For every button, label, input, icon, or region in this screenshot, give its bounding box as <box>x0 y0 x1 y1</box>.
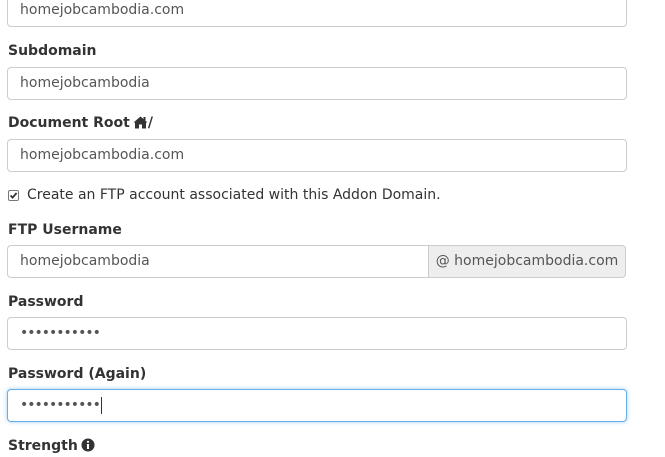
strength-label-text: Strength <box>8 438 78 454</box>
password-again-label: Password (Again) <box>8 366 147 382</box>
ftp-checkbox-row[interactable]: Create an FTP account associated with th… <box>8 186 441 204</box>
document-root-label-text: Document Root <box>8 115 130 131</box>
ftp-username-group: homejobcambodia @ homejobcambodia.com <box>7 245 627 278</box>
ftp-checkbox-label: Create an FTP account associated with th… <box>27 187 441 203</box>
document-root-input-value: homejobcambodia.com <box>20 147 185 163</box>
info-circle-icon[interactable] <box>81 438 95 457</box>
document-root-label: Document Root / <box>8 115 153 134</box>
subdomain-label: Subdomain <box>8 43 97 59</box>
check-icon <box>9 191 18 199</box>
domain-input[interactable]: homejobcambodia.com <box>7 0 627 27</box>
strength-label: Strength <box>8 438 95 457</box>
password-input-value: ••••••••••• <box>20 325 101 341</box>
text-caret <box>100 396 102 414</box>
ftp-account-checkbox[interactable] <box>8 189 19 201</box>
domain-input-value: homejobcambodia.com <box>20 2 185 18</box>
subdomain-input-value: homejobcambodia <box>20 75 150 91</box>
password-again-input-value: ••••••••••• <box>20 397 101 413</box>
document-root-slash: / <box>147 115 153 131</box>
home-icon <box>133 116 148 134</box>
ftp-username-label: FTP Username <box>8 222 122 238</box>
ftp-username-input[interactable]: homejobcambodia <box>7 245 429 278</box>
password-input[interactable]: ••••••••••• <box>7 317 627 350</box>
password-label: Password <box>8 294 84 310</box>
subdomain-input[interactable]: homejobcambodia <box>7 67 627 100</box>
ftp-username-domain-addon: @ homejobcambodia.com <box>428 245 626 278</box>
ftp-username-input-value: homejobcambodia <box>20 253 150 269</box>
document-root-input[interactable]: homejobcambodia.com <box>7 139 627 172</box>
password-again-input[interactable]: ••••••••••• <box>7 389 627 422</box>
